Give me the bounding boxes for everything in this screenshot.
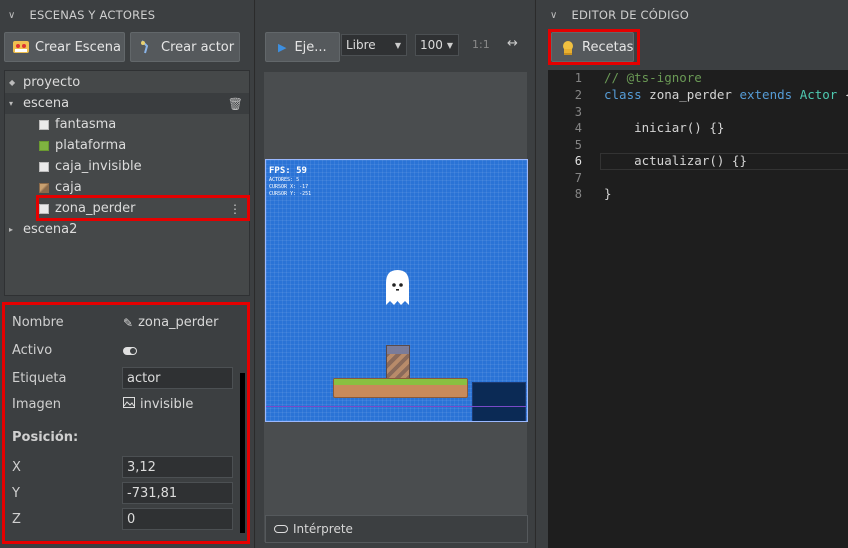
debug-line: CURSOR Y: -251 (269, 191, 312, 197)
tree-item-label: proyecto (23, 75, 81, 90)
scenes-panel-title: ESCENAS Y ACTORES (29, 8, 156, 22)
scene-icon (13, 40, 29, 54)
code-line-4: iniciar() {} (604, 120, 725, 135)
code-keyword: class (604, 87, 642, 102)
caret-right-icon: ▸ (9, 225, 14, 234)
scenes-actors-panel: ∨ ESCENAS Y ACTORES Crear Escena Crear a… (0, 0, 255, 548)
box-actor[interactable] (386, 345, 410, 380)
code-line-1: // @ts-ignore (604, 70, 702, 85)
line-number: 7 (574, 171, 582, 185)
game-panel: ▶ Eje... Libre ▼ 100 ▼ 1:1 ↔ FPS: 59 ACT… (256, 0, 534, 548)
box-thumb-icon (39, 182, 49, 193)
debug-line: CURSOR X: -17 (269, 184, 309, 190)
create-scene-label: Crear Escena (35, 39, 121, 55)
ghost-actor[interactable] (384, 269, 411, 311)
play-icon: ▶ (278, 40, 287, 54)
tree-item-label: caja_invisible (55, 159, 142, 174)
chevron-down-icon: ∨ (550, 9, 558, 21)
tree-item-project[interactable]: ◆ proyecto (5, 72, 249, 93)
tree-item-label: fantasma (55, 117, 117, 132)
line-number: 2 (574, 88, 582, 102)
code-class-name: zona_perder (641, 87, 740, 102)
run-label: Eje... (294, 39, 327, 55)
platform-actor[interactable] (333, 378, 468, 398)
dropdown-arrow-icon: ▼ (394, 40, 401, 50)
tree-item-label: escena (23, 96, 70, 111)
zoom-select[interactable]: 100 ▼ (415, 34, 459, 56)
expand-icon[interactable]: ↔ (507, 36, 518, 51)
debug-line: ACTORES: 5 (269, 177, 300, 183)
create-actor-button[interactable]: Crear actor (130, 32, 240, 62)
code-keyword: extends (739, 87, 793, 102)
platform-grass (334, 379, 467, 385)
code-line-8: } (604, 186, 612, 201)
ratio-button[interactable]: 1:1 (472, 38, 490, 51)
tree-item-fantasma[interactable]: fantasma (5, 114, 249, 135)
scene-tree: ◆ proyecto ▾ escena 🗑 fantasma plataform… (4, 70, 250, 296)
code-line-6: actualizar() {} (604, 153, 747, 168)
code-brace: { (837, 87, 848, 102)
tree-item-label: caja (55, 180, 82, 195)
tree-item-scene[interactable]: ▾ escena 🗑 (5, 93, 249, 114)
dropdown-arrow-icon: ▼ (446, 40, 453, 50)
highlight-selected-actor (36, 195, 250, 221)
toggle-icon (274, 525, 288, 533)
trash-icon[interactable]: 🗑 (228, 97, 243, 111)
diamond-icon: ◆ (9, 78, 16, 87)
code-editor-header[interactable]: ∨ EDITOR DE CÓDIGO (536, 0, 848, 30)
actor-icon (139, 40, 155, 54)
caret-down-icon: ▾ (9, 99, 14, 108)
line-number: 6 (574, 154, 582, 168)
line-number: 1 (574, 71, 582, 85)
scenes-panel-header[interactable]: ∨ ESCENAS Y ACTORES (0, 0, 254, 30)
tree-item-scene2[interactable]: ▸ escena2 (5, 219, 249, 240)
interpreter-bar[interactable]: Intérprete (265, 515, 528, 543)
create-actor-label: Crear actor (161, 39, 235, 55)
code-type: Actor (792, 87, 838, 102)
mode-select-value: Libre (346, 38, 376, 52)
chevron-down-icon: ∨ (8, 9, 16, 21)
fps-text: FPS: 59 (269, 166, 307, 176)
game-canvas[interactable]: FPS: 59 ACTORES: 5 CURSOR X: -17 CURSOR … (265, 159, 528, 422)
run-button[interactable]: ▶ Eje... (265, 32, 340, 62)
debug-info: ACTORES: 5 CURSOR X: -17 CURSOR Y: -251 (269, 177, 311, 198)
create-scene-button[interactable]: Crear Escena (4, 32, 125, 62)
platform-thumb-icon (39, 140, 49, 151)
actor-square-icon (39, 119, 49, 130)
line-number: 5 (574, 138, 582, 152)
line-number: 3 (574, 105, 582, 119)
code-editor-title: EDITOR DE CÓDIGO (571, 8, 690, 22)
actor-square-icon (39, 161, 49, 172)
lose-zone-line (266, 406, 526, 407)
dark-zone (472, 382, 526, 421)
code-line-2: class zona_perder extends Actor { (604, 87, 848, 102)
code-editor-panel: ∨ EDITOR DE CÓDIGO Recetas 1 2 3 4 5 6 7… (535, 0, 848, 548)
line-number: 8 (574, 187, 582, 201)
zoom-select-value: 100 (420, 38, 443, 52)
tree-item-label: plataforma (55, 138, 127, 153)
tree-item-plataforma[interactable]: plataforma (5, 135, 249, 156)
mode-select[interactable]: Libre ▼ (341, 34, 407, 56)
line-number: 4 (574, 121, 582, 135)
tree-item-caja-invisible[interactable]: caja_invisible (5, 156, 249, 177)
highlight-properties (2, 302, 250, 544)
tree-item-label: escena2 (23, 222, 78, 237)
box-top (387, 346, 409, 354)
interpreter-label: Intérprete (293, 522, 353, 536)
code-editor[interactable]: 1 2 3 4 5 6 7 8 // @ts-ignore class zona… (548, 70, 848, 548)
highlight-recipes (548, 29, 640, 65)
